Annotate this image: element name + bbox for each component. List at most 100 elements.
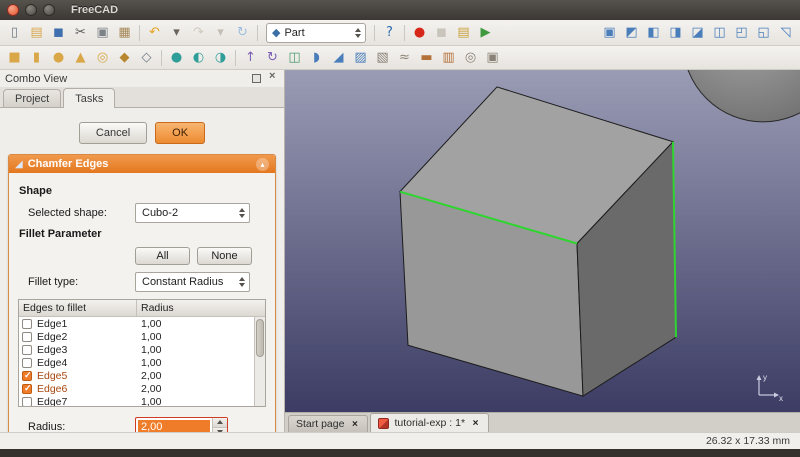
boolean-union-icon[interactable]: ● xyxy=(166,48,187,68)
edge-row[interactable]: Edge7 1,00 xyxy=(19,395,265,407)
edge-checkbox[interactable] xyxy=(22,358,32,368)
select-none-button[interactable]: None xyxy=(197,247,252,265)
extrude-icon[interactable]: ↑ xyxy=(240,48,261,68)
part-torus-icon[interactable]: ◎ xyxy=(92,48,113,68)
redo-icon[interactable]: ↷ xyxy=(188,23,209,43)
edge-checkbox[interactable] xyxy=(22,345,32,355)
bottom-view-icon[interactable]: ◰ xyxy=(731,23,752,43)
loft-icon[interactable]: ▧ xyxy=(372,48,393,68)
edge-radius-value[interactable]: 1,00 xyxy=(137,396,265,408)
front-view-icon[interactable]: ◧ xyxy=(643,23,664,43)
edge-row[interactable]: Edge2 1,00 xyxy=(19,330,265,343)
sweep-icon[interactable]: ≈ xyxy=(394,48,415,68)
refresh-icon[interactable]: ↻ xyxy=(232,23,253,43)
right-view-icon[interactable]: ◪ xyxy=(687,23,708,43)
edge-radius-value[interactable]: 2,00 xyxy=(137,383,265,395)
fillet-type-combobox[interactable]: Constant Radius xyxy=(135,272,250,292)
scrollbar-thumb[interactable] xyxy=(256,319,264,357)
edge-radius-value[interactable]: 1,00 xyxy=(137,331,265,343)
selected-shape-combobox[interactable]: Cubo-2 xyxy=(135,203,250,223)
edge-checkbox[interactable] xyxy=(22,319,32,329)
select-all-button[interactable]: All xyxy=(135,247,190,265)
copy-icon[interactable]: ▣ xyxy=(92,23,113,43)
paste-icon[interactable]: ▦ xyxy=(114,23,135,43)
edge-radius-value[interactable]: 1,00 xyxy=(137,357,265,369)
chamfer-icon[interactable]: ◢ xyxy=(328,48,349,68)
window-close-button[interactable] xyxy=(7,4,19,16)
part-box-icon[interactable]: ■ xyxy=(4,48,25,68)
redo-dropdown-icon[interactable]: ▾ xyxy=(210,23,231,43)
part-cone-icon[interactable]: ▲ xyxy=(70,48,91,68)
new-document-icon[interactable]: ▯ xyxy=(4,23,25,43)
edge-checkbox[interactable] xyxy=(22,371,32,381)
boolean-common-icon[interactable]: ◑ xyxy=(210,48,231,68)
close-tab-icon[interactable] xyxy=(349,419,360,430)
open-document-icon[interactable]: ▤ xyxy=(26,23,47,43)
close-tab-icon[interactable] xyxy=(470,418,481,429)
edge-radius-value[interactable]: 1,00 xyxy=(137,344,265,356)
edge-row[interactable]: Edge5 2,00 xyxy=(19,369,265,382)
edge-checkbox[interactable] xyxy=(22,332,32,342)
taskbox-header[interactable]: ◢ Chamfer Edges ▴ xyxy=(9,155,275,173)
edge-checkbox[interactable] xyxy=(22,384,32,394)
edge-row[interactable]: Edge3 1,00 xyxy=(19,343,265,356)
boolean-cut-icon[interactable]: ◐ xyxy=(188,48,209,68)
fillet-icon[interactable]: ◗ xyxy=(306,48,327,68)
collapse-icon[interactable]: ▴ xyxy=(256,158,269,171)
top-view-icon[interactable]: ◨ xyxy=(665,23,686,43)
measure-distance-icon[interactable]: ◹ xyxy=(775,23,796,43)
workbench-selector[interactable]: ◆ Part xyxy=(266,23,366,43)
edge-radius-value[interactable]: 1,00 xyxy=(137,318,265,330)
document-tab[interactable]: Start page xyxy=(288,415,368,432)
thickness-icon[interactable]: ▣ xyxy=(482,48,503,68)
cross-sections-icon[interactable]: ▥ xyxy=(438,48,459,68)
3d-scene[interactable] xyxy=(285,70,800,412)
rear-view-icon[interactable]: ◫ xyxy=(709,23,730,43)
ok-button[interactable]: OK xyxy=(155,122,205,144)
revolve-icon[interactable]: ↻ xyxy=(262,48,283,68)
column-header-radius[interactable]: Radius xyxy=(137,300,265,316)
axonometric-view-icon[interactable]: ◩ xyxy=(621,23,642,43)
spin-up-icon[interactable] xyxy=(213,418,227,428)
combo-view-tab[interactable]: Project xyxy=(3,89,61,107)
radius-input[interactable]: 2,00 xyxy=(135,417,228,432)
section-icon[interactable]: ▬ xyxy=(416,48,437,68)
window-minimize-button[interactable] xyxy=(25,4,37,16)
macro-stop-icon[interactable]: ◼ xyxy=(431,23,452,43)
left-view-icon[interactable]: ◱ xyxy=(753,23,774,43)
edge-row[interactable]: Edge4 1,00 xyxy=(19,356,265,369)
edge-checkbox[interactable] xyxy=(22,397,32,407)
whatsthis-icon[interactable]: ? xyxy=(379,23,400,43)
undo-icon[interactable]: ↶ xyxy=(144,23,165,43)
part-cylinder-icon[interactable]: ▮ xyxy=(26,48,47,68)
column-header-edges[interactable]: Edges to fillet xyxy=(19,300,137,316)
edge-row[interactable]: Edge6 2,00 xyxy=(19,382,265,395)
close-panel-icon[interactable] xyxy=(266,72,279,85)
macro-record-icon[interactable]: ● xyxy=(409,23,430,43)
offset-icon[interactable]: ◎ xyxy=(460,48,481,68)
sphere-object[interactable] xyxy=(683,70,800,122)
table-scrollbar[interactable] xyxy=(254,317,265,406)
fit-all-icon[interactable]: ▣ xyxy=(599,23,620,43)
save-document-icon[interactable]: ◼ xyxy=(48,23,69,43)
window-maximize-button[interactable] xyxy=(43,4,55,16)
macro-edit-icon[interactable]: ▤ xyxy=(453,23,474,43)
macro-execute-icon[interactable]: ▶ xyxy=(475,23,496,43)
undo-dropdown-icon[interactable]: ▾ xyxy=(166,23,187,43)
combo-view-panel: Combo View Project Tasks Cancel OK xyxy=(0,70,285,432)
edge-radius-value[interactable]: 2,00 xyxy=(137,370,265,382)
document-tab[interactable]: tutorial-exp : 1* xyxy=(370,413,489,432)
cut-icon[interactable]: ✂ xyxy=(70,23,91,43)
radius-value: 2,00 xyxy=(138,420,210,432)
mirror-icon[interactable]: ◫ xyxy=(284,48,305,68)
undock-panel-icon[interactable] xyxy=(250,72,263,85)
part-sphere-icon[interactable]: ● xyxy=(48,48,69,68)
3d-viewport[interactable]: x y xyxy=(285,70,800,412)
edge-row[interactable]: Edge1 1,00 xyxy=(19,317,265,330)
ruled-surface-icon[interactable]: ▨ xyxy=(350,48,371,68)
taskbox-body: Shape Selected shape: Cubo-2 Fillet Para… xyxy=(9,173,275,432)
combo-view-tab[interactable]: Tasks xyxy=(63,88,115,108)
shape-builder-icon[interactable]: ◇ xyxy=(136,48,157,68)
cancel-button[interactable]: Cancel xyxy=(79,122,147,144)
create-primitives-icon[interactable]: ◆ xyxy=(114,48,135,68)
